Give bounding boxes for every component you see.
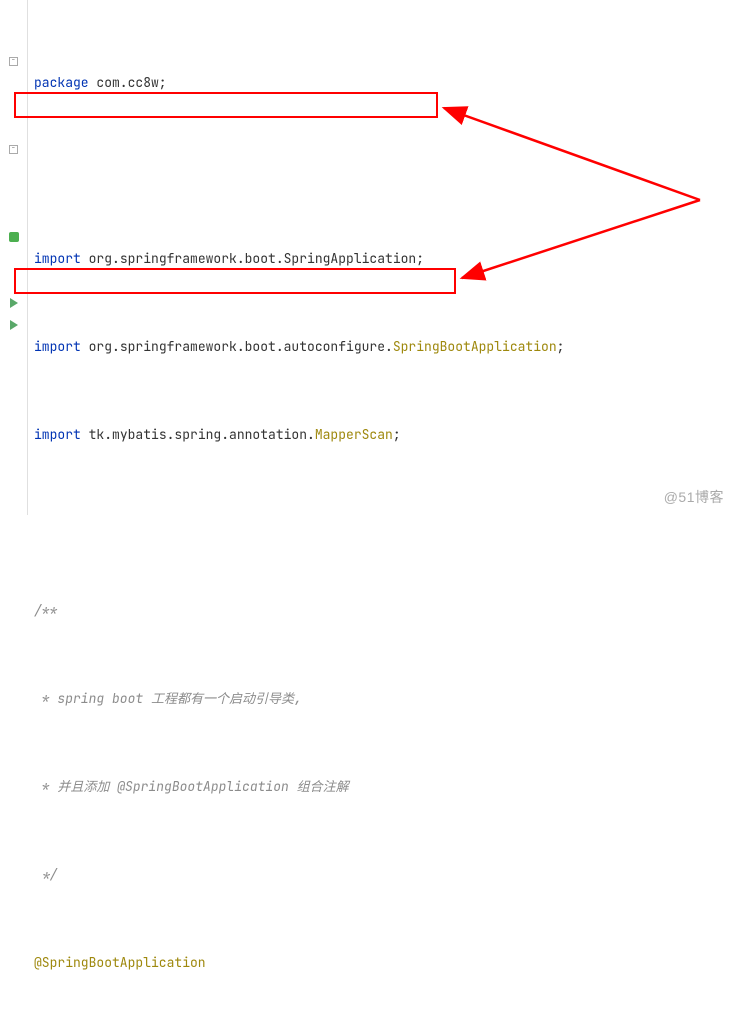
keyword: import [34, 424, 81, 446]
bookmark-icon[interactable] [9, 232, 19, 242]
comment: */ [34, 864, 57, 886]
code-text: org.springframework.boot.autoconfigure. [81, 336, 393, 358]
comment: @SpringBootApplication [117, 776, 296, 798]
code-text: com.cc8w; [89, 72, 167, 94]
comment: 并且添加 [57, 776, 117, 798]
annotation: @SpringBootApplication [34, 952, 206, 974]
comment: 组合注解 [297, 776, 349, 798]
editor-gutter [0, 0, 28, 515]
keyword: import [34, 336, 81, 358]
keyword: import [34, 248, 81, 270]
comment: * [34, 776, 57, 798]
watermark: @51博客 [664, 487, 724, 507]
keyword: package [34, 72, 89, 94]
comment: /** [34, 600, 57, 622]
comment: 工程都有一个启动引导类, [151, 688, 302, 710]
fold-icon[interactable] [9, 57, 18, 66]
code-area[interactable]: package com.cc8w; import org.springframe… [28, 0, 734, 515]
code-editor[interactable]: package com.cc8w; import org.springframe… [0, 0, 734, 515]
code-text: ; [393, 424, 401, 446]
code-text: org.springframework.boot.SpringApplicati… [81, 248, 424, 270]
comment: * spring boot [34, 688, 151, 710]
fold-icon[interactable] [9, 145, 18, 154]
class-ref: SpringBootApplication [393, 336, 557, 358]
run-icon[interactable] [10, 298, 18, 308]
code-text: ; [557, 336, 565, 358]
class-ref: MapperScan [315, 424, 393, 446]
code-text: tk.mybatis.spring.annotation. [81, 424, 315, 446]
run-icon[interactable] [10, 320, 18, 330]
